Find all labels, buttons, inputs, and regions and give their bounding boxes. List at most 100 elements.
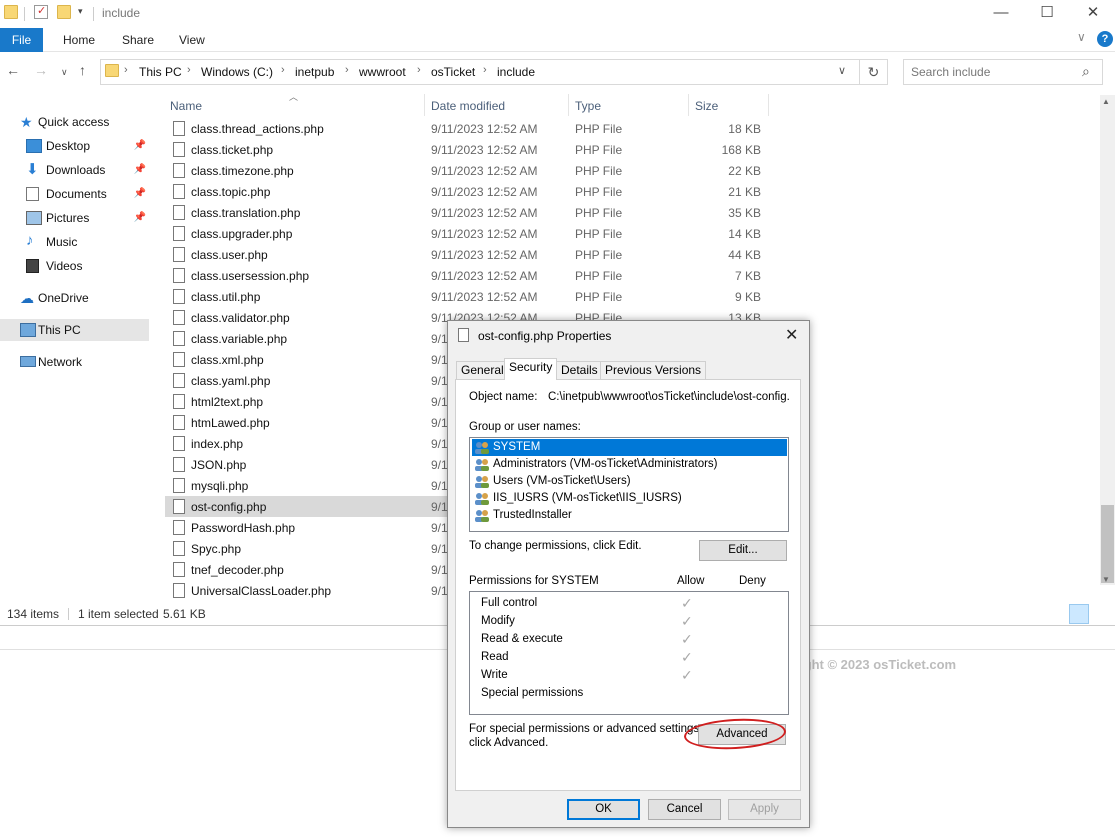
file-size: 168 KB: [721, 143, 761, 157]
back-arrow-icon[interactable]: ←: [6, 62, 20, 78]
user-list-item[interactable]: Administrators (VM-osTicket\Administrato…: [472, 456, 787, 473]
edit-button[interactable]: Edit...: [699, 540, 787, 561]
pin-icon[interactable]: 📌: [134, 183, 146, 205]
php-file-icon: [173, 184, 185, 199]
recent-locations-icon[interactable]: ∨: [61, 67, 68, 78]
up-arrow-icon[interactable]: ↑: [79, 62, 86, 78]
breadcrumb-wwwroot[interactable]: wwwroot: [359, 65, 406, 79]
search-icon[interactable]: ⌕: [1082, 63, 1090, 80]
column-size[interactable]: Size: [695, 99, 718, 113]
file-row[interactable]: class.usersession.php 9/11/2023 12:52 AM P…: [165, 265, 770, 286]
breadcrumb-inetpub[interactable]: inetpub: [295, 65, 334, 79]
allow-header: Allow: [677, 575, 705, 587]
nav-videos[interactable]: Videos: [14, 255, 150, 277]
new-folder-icon[interactable]: [57, 5, 71, 19]
forward-arrow-icon[interactable]: →: [34, 62, 48, 78]
ribbon-collapse-icon[interactable]: ∨: [1077, 30, 1086, 44]
nav-music[interactable]: ♪ Music: [14, 231, 150, 253]
file-size: 44 KB: [728, 248, 761, 262]
details-view-icon[interactable]: [1069, 604, 1089, 624]
tab-share[interactable]: Share: [122, 28, 154, 52]
customize-toolbar-icon[interactable]: ▾: [78, 6, 83, 17]
tab-general[interactable]: General: [456, 361, 509, 379]
column-name[interactable]: Name: [170, 99, 202, 113]
file-name: class.util.php: [191, 290, 261, 304]
tab-security[interactable]: Security: [504, 358, 558, 380]
divider: [68, 608, 69, 620]
breadcrumb-this-pc[interactable]: This PC: [139, 65, 182, 79]
large-icons-view-icon[interactable]: [1092, 604, 1112, 624]
column-divider[interactable]: [568, 94, 569, 116]
ok-button[interactable]: OK: [567, 799, 640, 820]
breadcrumb-osticket[interactable]: osTicket: [431, 65, 475, 79]
permission-label: Write: [481, 669, 508, 681]
php-file-icon: [173, 289, 185, 304]
file-row[interactable]: class.upgrader.php 9/11/2023 12:52 AM PHP …: [165, 223, 770, 244]
dialog-close-button[interactable]: ✕: [785, 325, 798, 345]
file-date: 9/11/2023 12:52 AM: [431, 164, 538, 178]
refresh-icon[interactable]: ↻: [860, 59, 888, 85]
file-name: UniversalClassLoader.php: [191, 584, 332, 598]
file-date: 9/1: [431, 416, 448, 430]
background-copyright: right © 2023 osTicket.com: [795, 657, 957, 672]
minimize-button[interactable]: —: [978, 0, 1024, 28]
breadcrumb-include[interactable]: include: [497, 65, 535, 79]
close-button[interactable]: ✕: [1070, 0, 1115, 28]
php-file-icon: [173, 583, 185, 598]
php-file-icon: [173, 499, 185, 514]
nav-pictures[interactable]: Pictures 📌: [14, 207, 150, 229]
file-date: 9/1: [431, 437, 448, 451]
column-date[interactable]: Date modified: [431, 99, 505, 113]
user-list-item[interactable]: TrustedInstaller: [472, 507, 787, 524]
file-row[interactable]: class.translation.php 9/11/2023 12:52 AM P…: [165, 202, 770, 223]
file-row[interactable]: class.thread_actions.php 9/11/2023 12:52 …: [165, 118, 770, 139]
nav-downloads[interactable]: ⬇ Downloads 📌: [14, 159, 150, 181]
file-size: 18 KB: [728, 122, 761, 136]
php-file-icon: [173, 142, 185, 157]
tab-view[interactable]: View: [179, 28, 205, 52]
nav-desktop[interactable]: Desktop 📌: [14, 135, 150, 157]
breadcrumb-drive[interactable]: Windows (C:): [201, 65, 273, 79]
scroll-up-icon[interactable]: ▲: [1102, 97, 1110, 106]
file-row[interactable]: class.user.php 9/11/2023 12:52 AM PHP File…: [165, 244, 770, 265]
pin-icon[interactable]: 📌: [134, 159, 146, 181]
scrollbar-thumb[interactable]: [1101, 505, 1114, 583]
tab-file[interactable]: File: [0, 28, 43, 52]
properties-icon[interactable]: ✓: [34, 5, 48, 19]
tab-home[interactable]: Home: [63, 28, 95, 52]
allow-check-icon: ✓: [681, 613, 693, 629]
selected-size: 5.61 KB: [163, 607, 206, 621]
user-list-item[interactable]: Users (VM-osTicket\Users): [472, 473, 787, 490]
user-list-item[interactable]: SYSTEM: [472, 439, 787, 456]
scroll-down-icon[interactable]: ▼: [1102, 575, 1110, 584]
users-group-icon: [474, 475, 490, 488]
cancel-button[interactable]: Cancel: [648, 799, 721, 820]
file-row[interactable]: class.topic.php 9/11/2023 12:52 AM PHP Fil…: [165, 181, 770, 202]
nav-documents[interactable]: Documents 📌: [14, 183, 150, 205]
tab-previous-versions[interactable]: Previous Versions: [600, 361, 707, 379]
file-row[interactable]: class.ticket.php 9/11/2023 12:52 AM PHP Fi…: [165, 139, 770, 160]
file-date: 9/1: [431, 563, 448, 577]
address-dropdown-icon[interactable]: ∨: [838, 64, 846, 77]
nav-network[interactable]: Network: [14, 351, 150, 373]
nav-this-pc[interactable]: This PC: [0, 319, 149, 341]
user-list-item[interactable]: IIS_IUSRS (VM-osTicket\IIS_IUSRS): [472, 490, 787, 507]
pin-icon[interactable]: 📌: [134, 207, 146, 229]
maximize-button[interactable]: ☐: [1024, 0, 1070, 28]
file-row[interactable]: class.util.php 9/11/2023 12:52 AM PHP File…: [165, 286, 770, 307]
object-name-value: C:\inetpub\wwwroot\osTicket\include\ost-…: [548, 391, 789, 403]
column-divider[interactable]: [768, 94, 769, 116]
nav-quick-access[interactable]: ★ Quick access: [14, 111, 150, 133]
nav-onedrive[interactable]: ☁ OneDrive: [14, 287, 150, 309]
apply-button[interactable]: Apply: [728, 799, 801, 820]
help-icon[interactable]: ?: [1097, 31, 1113, 47]
file-row[interactable]: class.timezone.php 9/11/2023 12:52 AM PHP …: [165, 160, 770, 181]
column-type[interactable]: Type: [575, 99, 601, 113]
column-divider[interactable]: [424, 94, 425, 116]
file-type: PHP File: [575, 185, 623, 199]
file-size: 21 KB: [728, 185, 761, 199]
php-file-icon: [173, 520, 185, 535]
tab-details[interactable]: Details: [556, 361, 603, 379]
column-divider[interactable]: [688, 94, 689, 116]
pin-icon[interactable]: 📌: [134, 135, 146, 157]
